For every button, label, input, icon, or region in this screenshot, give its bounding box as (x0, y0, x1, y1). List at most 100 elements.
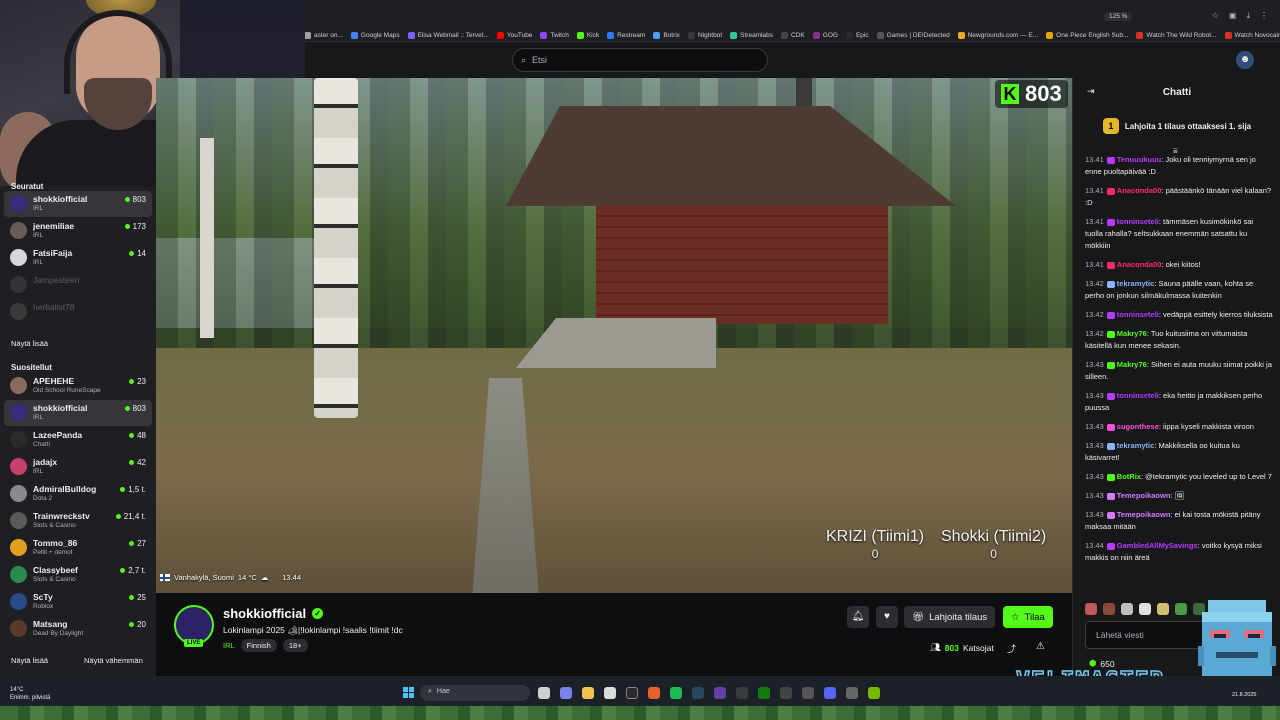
bookmark-item[interactable]: Botrix (653, 28, 680, 42)
windows-start-icon[interactable] (403, 687, 414, 698)
download-icon[interactable]: ⤓ (1246, 11, 1250, 21)
sidebar-channel-item[interactable]: ScTy Roblox 25 (4, 589, 152, 615)
app-icon[interactable] (736, 687, 748, 699)
app-icon[interactable] (802, 687, 814, 699)
sidebar-channel-item[interactable]: herbalist78 (4, 299, 152, 325)
emote-icon[interactable] (1175, 603, 1187, 615)
bookmark-label: Nightbot (697, 31, 723, 39)
bookmark-item[interactable]: GOG (812, 28, 838, 42)
menu-icon[interactable]: ⋮ (1260, 11, 1268, 21)
bookmark-item[interactable]: YouTube (496, 28, 532, 42)
task-view-icon[interactable] (538, 687, 550, 699)
follow-button[interactable]: ♥ (876, 606, 898, 628)
sidebar-channel-item[interactable]: Jampesteeri (4, 272, 152, 298)
bookmark-item[interactable]: aster on... (304, 28, 343, 42)
sidebar-viewers: 23 (137, 377, 146, 386)
user-avatar[interactable]: ☻ (1236, 51, 1254, 69)
sidebar-channel-item[interactable]: jenemiliae IRL 173 (4, 218, 152, 244)
teams-icon[interactable] (560, 687, 572, 699)
chat-username[interactable]: BotRix (1117, 472, 1141, 481)
sidebar-channel-item[interactable]: Tommo_86 Pellit + demot 27 (4, 535, 152, 561)
bookmark-item[interactable]: Epic (845, 28, 869, 42)
chat-username[interactable]: Makry76 (1117, 329, 1147, 338)
emote-icon[interactable] (1085, 603, 1097, 615)
chat-username[interactable]: Temepoikaown (1117, 491, 1171, 500)
taskbar-search[interactable]: ⌕ Hae (420, 685, 530, 701)
xbox-icon[interactable] (758, 687, 770, 699)
bookmark-item[interactable]: One Piece English Sub... (1046, 28, 1128, 42)
nvidia-icon[interactable] (868, 687, 880, 699)
gift-leaderboard[interactable]: 1 Lahjoita 1 tilaus ottaaksesi 1. sija (1073, 114, 1280, 138)
emote-icon[interactable] (1139, 603, 1151, 615)
stream-category[interactable]: IRL (223, 641, 235, 650)
bookmark-item[interactable]: Newgrounds.com — E... (957, 28, 1038, 42)
settings-icon[interactable] (780, 687, 792, 699)
chat-username[interactable]: tonninseteli (1117, 310, 1159, 319)
gift-sub-button[interactable]: 🎁︎ Lahjoita tilaus (904, 606, 996, 628)
sidebar-channel-category: IRL (33, 414, 44, 421)
file-explorer-icon[interactable] (582, 687, 594, 699)
sidebar-viewer-count: 20 (129, 620, 146, 629)
show-more-following[interactable]: Näytä lisää (11, 339, 48, 348)
subscribe-button[interactable]: ☆ Tilaa (1003, 606, 1053, 628)
sidebar-channel-item[interactable]: shokkiofficial IRL 803 (4, 400, 152, 426)
channel-name[interactable]: shokkiofficial (223, 606, 306, 621)
chat-username[interactable]: Anaconda00 (1117, 260, 1162, 269)
tag-age[interactable]: 18+ (282, 639, 308, 652)
bookmark-item[interactable]: Kick (576, 28, 599, 42)
discord-icon[interactable] (824, 687, 836, 699)
search-input[interactable]: ⌕ Etsi (512, 48, 768, 72)
taskbar-weather[interactable]: 14°C Enimm. pilvistä (10, 686, 50, 702)
bookmark-item[interactable]: Streamlabs (730, 28, 773, 42)
chat-username[interactable]: tonninseteli (1117, 217, 1159, 226)
sidebar-channel-item[interactable]: FatsiFaija IRL 14 (4, 245, 152, 271)
chat-username[interactable]: tonninseteli (1117, 391, 1159, 400)
bookmark-item[interactable]: Watch Novocaine Engl... (1224, 28, 1280, 42)
bookmark-item[interactable]: Watch The Wild Robot... (1136, 28, 1217, 42)
app-icon[interactable] (846, 687, 858, 699)
chat-username[interactable]: Anaconda00 (1117, 186, 1162, 195)
sidebar-channel-item[interactable]: LazeePanda Chatti 48 (4, 427, 152, 453)
notifications-button[interactable]: 🔔︎ (847, 606, 869, 628)
emote-icon[interactable] (1103, 603, 1115, 615)
bookmark-item[interactable]: Twitch (540, 28, 569, 42)
star-icon[interactable]: ☆ (1212, 11, 1219, 21)
sidebar-channel-item[interactable]: APEHEHE Old School RuneScape 23 (4, 373, 152, 399)
sidebar-channel-item[interactable]: Matsang Dead By Daylight 20 (4, 616, 152, 642)
emote-icon[interactable] (1121, 603, 1133, 615)
show-more-recommended[interactable]: Näytä lisää (11, 656, 48, 665)
chat-username[interactable]: Tenuuukuuu (1117, 155, 1161, 164)
store-icon[interactable] (604, 687, 616, 699)
show-less-recommended[interactable]: Näytä vähemmän (84, 656, 143, 665)
obs-icon[interactable] (626, 687, 638, 699)
tag-language[interactable]: Finnish (240, 639, 277, 652)
bookmark-item[interactable]: CDK (781, 28, 805, 42)
chat-username[interactable]: GambledAllMySavings (1117, 541, 1198, 550)
report-icon[interactable]: ⚠ (1036, 641, 1045, 652)
bookmark-item[interactable]: Google Maps (350, 28, 400, 42)
sidebar-channel-item[interactable]: jadajx IRL 42 (4, 454, 152, 480)
emote-icon[interactable] (1157, 603, 1169, 615)
share-icon[interactable]: ⤴ (1007, 642, 1016, 655)
sidebar-channel-item[interactable]: Classybeef Slots & Casino 2,7 t. (4, 562, 152, 588)
chat-username[interactable]: sugonthese (1117, 422, 1159, 431)
twitch-app-icon[interactable] (714, 687, 726, 699)
sidebar-channel-item[interactable]: shokkiofficial IRL 803 (4, 191, 152, 217)
bookmark-item[interactable]: Restream (607, 28, 645, 42)
chat-username[interactable]: tekramytic (1117, 279, 1155, 288)
spotify-icon[interactable] (670, 687, 682, 699)
chat-username[interactable]: Temepoikaown (1117, 510, 1171, 519)
bookmark-item[interactable]: Games | DEIDetected (876, 28, 950, 42)
chat-username[interactable]: Makry76 (1117, 360, 1147, 369)
viewers-icon: 👥︎ (930, 642, 941, 652)
extensions-icon[interactable]: ▣ (1229, 11, 1237, 21)
steam-icon[interactable] (692, 687, 704, 699)
sidebar-channel-item[interactable]: AdmiralBulldog Dota 2 1,5 t. (4, 481, 152, 507)
video-player[interactable] (156, 78, 1072, 593)
sidebar-channel-item[interactable]: Trainwreckstv Slots & Casino 21,4 t. (4, 508, 152, 534)
zoom-level[interactable]: 125 % (1104, 12, 1133, 21)
bookmark-item[interactable]: Nightbot (687, 28, 723, 42)
chat-username[interactable]: tekramytic (1117, 441, 1155, 450)
firefox-icon[interactable] (648, 687, 660, 699)
bookmark-item[interactable]: Elisa Webmail :: Tervet... (407, 28, 489, 42)
